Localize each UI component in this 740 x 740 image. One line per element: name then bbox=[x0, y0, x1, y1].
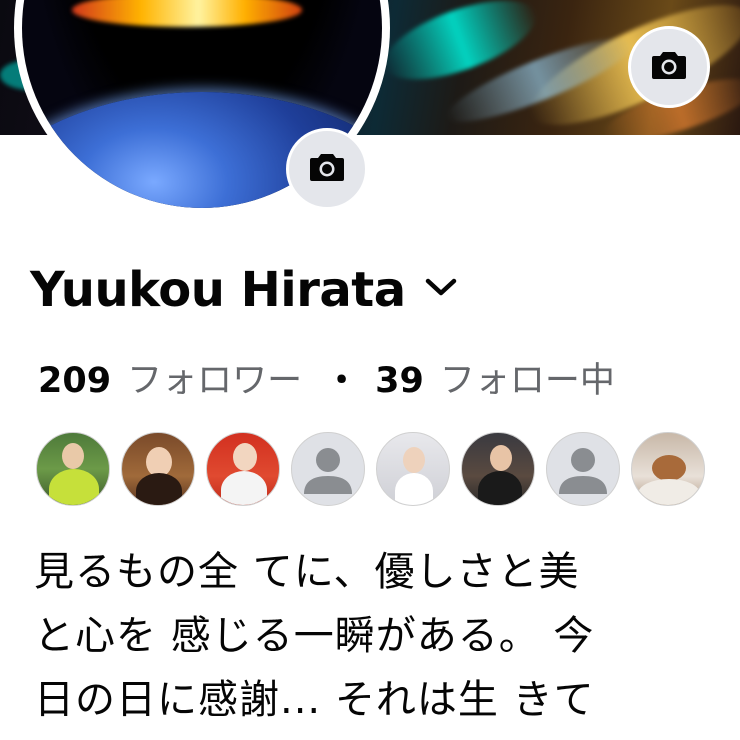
profile-name-row[interactable]: Yuukou Hirata bbox=[30, 262, 458, 318]
bio-line: 見るもの全 てに、優しさと美 bbox=[34, 549, 580, 595]
stats-separator: ・ bbox=[324, 361, 360, 401]
profile-bio: 見るもの全 てに、優しさと美 と心を 感じる一瞬がある。 今 日の日に感謝...… bbox=[34, 540, 714, 732]
profile-picture-camera-button[interactable] bbox=[286, 128, 368, 210]
friend-avatar[interactable] bbox=[461, 432, 535, 506]
friend-avatar[interactable] bbox=[376, 432, 450, 506]
followers-label: フォロワー bbox=[127, 361, 303, 401]
friend-avatar[interactable] bbox=[36, 432, 110, 506]
following-label: フォロー中 bbox=[439, 361, 615, 401]
bio-line: 日の日に感謝... それは生 きて bbox=[34, 677, 595, 723]
followers-count: 209 bbox=[38, 361, 112, 401]
avatar-flare bbox=[72, 0, 302, 27]
friend-avatar[interactable] bbox=[121, 432, 195, 506]
profile-name: Yuukou Hirata bbox=[30, 262, 406, 318]
chevron-down-icon[interactable] bbox=[424, 277, 458, 303]
camera-icon bbox=[308, 151, 346, 187]
friend-avatar-default[interactable] bbox=[546, 432, 620, 506]
cover-camera-button[interactable] bbox=[628, 26, 710, 108]
friend-avatar[interactable] bbox=[206, 432, 280, 506]
following-count: 39 bbox=[375, 361, 424, 401]
followers-link[interactable]: 209 フォロワー bbox=[38, 352, 302, 403]
bio-line: と心を 感じる一瞬がある。 今 bbox=[34, 613, 595, 659]
friend-avatar[interactable] bbox=[631, 432, 705, 506]
camera-icon bbox=[650, 49, 688, 85]
following-link[interactable]: 39 フォロー中 bbox=[375, 352, 615, 403]
friend-avatar-default[interactable] bbox=[291, 432, 365, 506]
follow-stats: 209 フォロワー ・ 39 フォロー中 bbox=[38, 352, 615, 403]
friend-avatars-row bbox=[36, 432, 705, 506]
